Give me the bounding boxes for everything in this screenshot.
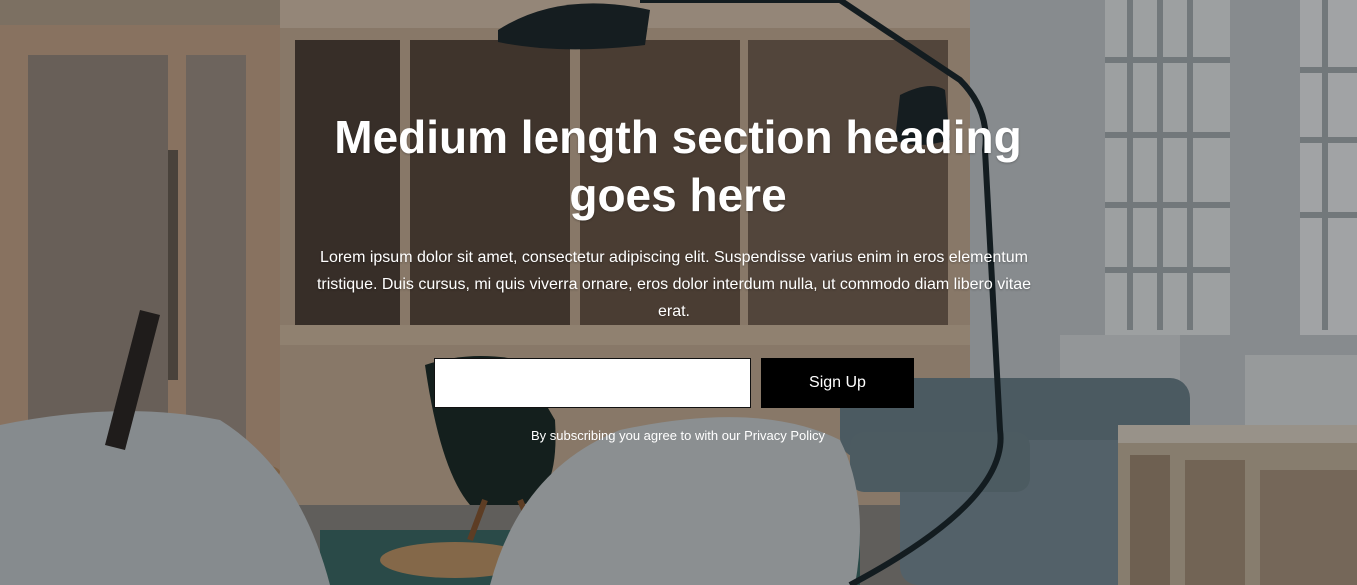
hero-section: Medium length section heading goes here … [0,0,1357,585]
section-heading: Medium length section heading goes here [334,111,1022,221]
signup-form: Sign Up [434,358,914,408]
privacy-note: By subscribing you agree to with our Pri… [530,428,826,443]
hero-content: Medium length section heading goes here … [0,0,1357,585]
section-description: Lorem ipsum dolor sit amet, consectetur … [316,249,1032,320]
email-input[interactable] [434,358,751,408]
sign-up-button[interactable]: Sign Up [761,358,914,408]
